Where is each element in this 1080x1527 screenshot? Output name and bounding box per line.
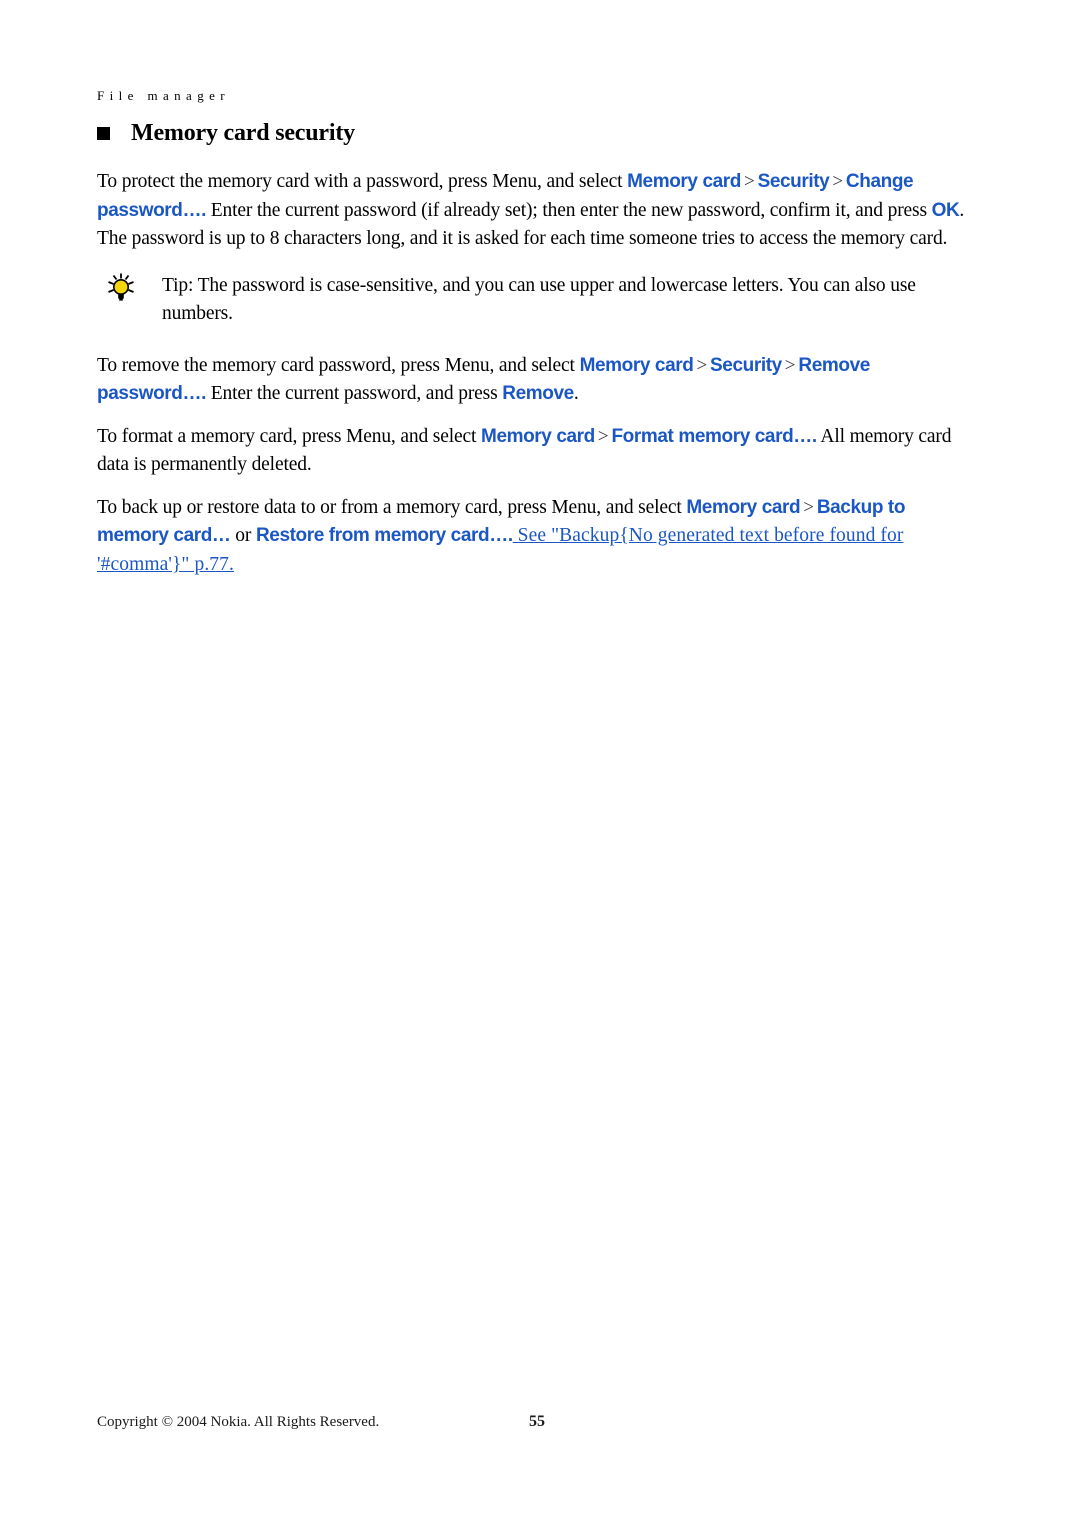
breadcrumb-separator: > <box>832 171 843 193</box>
ui-term-restore-from-memory-card: Restore from memory card…. <box>255 525 513 547</box>
ui-term-memory-card: Memory card <box>627 171 741 193</box>
text-fragment: . <box>573 383 579 405</box>
paragraph-remove-password: To remove the memory card password, pres… <box>97 352 979 409</box>
paragraph-protect-password: To protect the memory card with a passwo… <box>97 168 979 254</box>
breadcrumb-separator: > <box>696 354 708 376</box>
breadcrumb-separator: > <box>597 425 609 447</box>
ui-term-memory-card: Memory card <box>481 425 595 447</box>
breadcrumb-separator: > <box>743 171 755 193</box>
text-fragment: To remove the memory card password, pres… <box>97 354 580 376</box>
paragraph-backup-restore: To back up or restore data to or from a … <box>97 494 979 580</box>
filled-square-bullet-icon <box>97 126 110 140</box>
copyright-notice: Copyright © 2004 Nokia. All Rights Reser… <box>97 1414 380 1430</box>
ui-term-security: Security <box>757 171 830 193</box>
text-fragment: Enter the current password, and press <box>205 383 503 405</box>
text-fragment: or <box>230 525 256 547</box>
lightbulb-tip-icon <box>102 273 140 303</box>
tip-label: Tip: <box>162 274 198 296</box>
ui-term-memory-card: Memory card <box>579 354 694 376</box>
section-heading: Memory card security <box>97 120 979 146</box>
ui-term-security: Security <box>710 354 782 376</box>
breadcrumb-separator: > <box>803 496 814 518</box>
page-content: Memory card security To protect the memo… <box>97 120 979 593</box>
text-fragment: Enter the current password (if already s… <box>205 199 932 221</box>
document-page: File manager Memory card security To pro… <box>0 0 1080 1527</box>
ui-term-memory-card: Memory card <box>686 496 801 518</box>
text-fragment: To back up or restore data to or from a … <box>97 496 687 518</box>
tip-block: Tip: The password is case-sensitive, and… <box>97 272 979 328</box>
text-fragment: To protect the memory card with a passwo… <box>97 171 628 193</box>
page-title: Memory card security <box>131 120 355 146</box>
page-number: 55 <box>529 1413 545 1430</box>
paragraph-format-card: To format a memory card, press Menu, and… <box>97 423 979 480</box>
ui-term-remove: Remove <box>502 383 574 405</box>
tip-text: Tip: The password is case-sensitive, and… <box>162 272 979 328</box>
ui-term-format-memory-card: Format memory card…. <box>611 425 817 447</box>
tip-body: The password is case-sensitive, and you … <box>162 274 916 324</box>
running-header: File manager <box>97 88 231 103</box>
ui-term-ok: OK <box>931 199 960 221</box>
breadcrumb-separator: > <box>784 354 796 376</box>
text-fragment: To format a memory card, press Menu, and… <box>97 425 482 447</box>
